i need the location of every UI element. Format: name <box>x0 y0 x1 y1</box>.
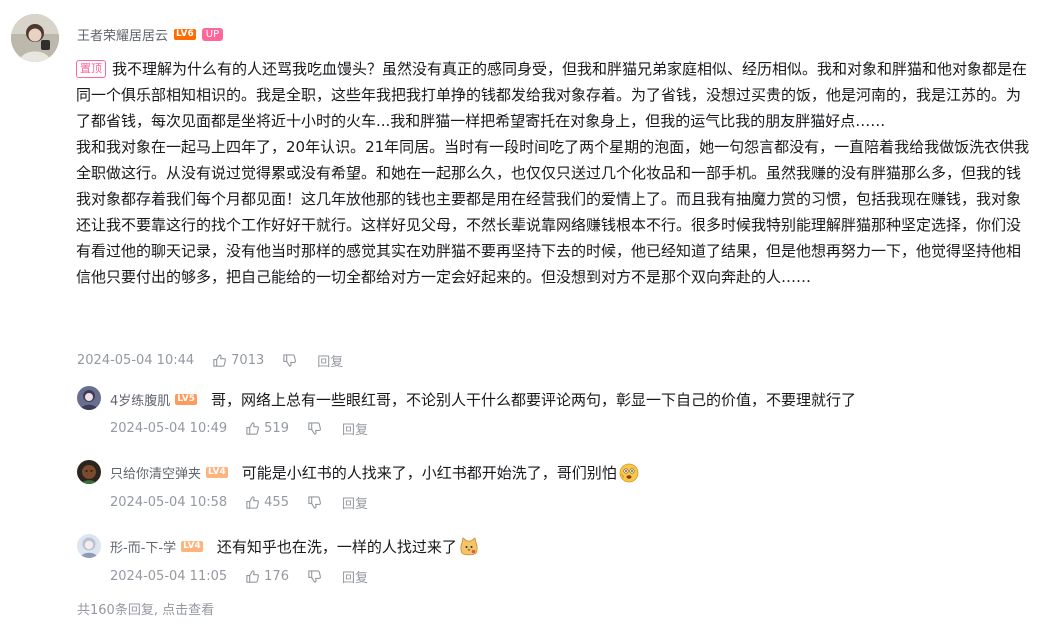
comment-meta: 2024-05-04 10:44 7013 回复 <box>77 351 343 370</box>
thumbs-down-icon <box>283 354 297 367</box>
reply-username[interactable]: 4岁练腹肌 <box>110 390 170 409</box>
like-count: 176 <box>264 569 289 584</box>
scared-face-emoji-icon <box>619 463 639 482</box>
thumbs-down-icon <box>308 422 321 435</box>
avatar[interactable] <box>11 14 59 62</box>
like-button[interactable]: 519 <box>245 421 289 436</box>
reply-timestamp: 2024-05-04 11:05 <box>110 569 228 584</box>
reply-button[interactable]: 回复 <box>342 567 368 586</box>
up-badge: UP <box>201 28 224 41</box>
thumbs-up-icon <box>246 422 260 435</box>
reply-item: 只给你清空弹夹 LV4 可能是小红书的人找来了，小红书都开始洗了，哥们别怕 <box>110 462 639 483</box>
reply-button[interactable]: 回复 <box>317 351 343 370</box>
avatar-image <box>77 386 101 410</box>
reply-username[interactable]: 只给你清空弹夹 <box>110 463 201 482</box>
avatar-image <box>77 460 101 484</box>
comment-thread: 王者荣耀居居云 LV6 UP 置顶 我不理解为什么有的人还骂我吃血馒头？虽然没有真… <box>0 0 1043 629</box>
reply-meta: 2024-05-04 10:49 519 回复 <box>110 419 368 438</box>
comment-body: 置顶 我不理解为什么有的人还骂我吃血馒头？虽然没有真正的感同身受，但我和胖猫兄弟家… <box>76 56 1034 290</box>
comment-timestamp: 2024-05-04 10:44 <box>77 353 195 368</box>
reply-item: 4岁练腹肌 LV5 哥，网络上总有一些眼红哥，不论别人干什么都要评论两句，彰显一… <box>110 389 856 410</box>
username[interactable]: 王者荣耀居居云 <box>77 25 168 44</box>
like-count: 519 <box>264 421 289 436</box>
like-button[interactable]: 7013 <box>212 353 264 368</box>
reply-item: 形-而-下-学 LV4 还有知乎也在洗，一样的人找过来了 <box>110 536 479 557</box>
level-badge: LV4 <box>206 467 228 478</box>
reply-timestamp: 2024-05-04 10:58 <box>110 495 228 510</box>
reply-username[interactable]: 形-而-下-学 <box>110 537 176 556</box>
reply-avatar[interactable] <box>77 386 101 410</box>
dislike-button[interactable] <box>307 495 322 510</box>
thumbs-down-icon <box>308 570 321 583</box>
reply-meta: 2024-05-04 11:05 176 回复 <box>110 567 368 586</box>
reply-avatar[interactable] <box>77 460 101 484</box>
pinned-badge: 置顶 <box>76 60 106 78</box>
like-button[interactable]: 455 <box>245 495 289 510</box>
reply-text: 还有知乎也在洗，一样的人找过来了 <box>216 538 457 556</box>
thumbs-up-icon <box>213 354 227 367</box>
dislike-button[interactable] <box>282 353 297 368</box>
like-button[interactable]: 176 <box>245 569 289 584</box>
reply-meta: 2024-05-04 10:58 455 回复 <box>110 493 368 512</box>
like-count: 455 <box>264 495 289 510</box>
thumbs-up-icon <box>246 496 260 509</box>
thumbs-down-icon <box>308 496 321 509</box>
view-all-replies-link[interactable]: 共160条回复, 点击查看 <box>77 599 214 618</box>
level-badge: LV6 <box>174 29 196 40</box>
comment-text: 我不理解为什么有的人还骂我吃血馒头？虽然没有真正的感同身受，但我和胖猫兄弟家庭相… <box>76 60 1028 130</box>
level-badge: LV4 <box>181 541 203 552</box>
dislike-button[interactable] <box>307 569 322 584</box>
reply-text: 哥，网络上总有一些眼红哥，不论别人干什么都要评论两句，彰显一下自己的价值，不要理… <box>211 391 857 409</box>
comment-text-paragraph-2: 我和我对象在一起马上四年了，20年认识。21年同居。当时有一段时间吃了两个星期的… <box>76 138 1030 286</box>
cat-emoji-icon <box>460 536 478 555</box>
comment-author: 王者荣耀居居云 LV6 UP <box>77 25 224 44</box>
level-badge: LV5 <box>175 394 198 405</box>
reply-timestamp: 2024-05-04 10:49 <box>110 421 228 436</box>
like-count: 7013 <box>231 353 265 368</box>
reply-avatar[interactable] <box>77 534 101 558</box>
reply-button[interactable]: 回复 <box>342 493 368 512</box>
avatar-image <box>77 534 101 558</box>
reply-button[interactable]: 回复 <box>342 419 368 438</box>
user-avatar-image <box>11 14 59 62</box>
reply-text: 可能是小红书的人找来了，小红书都开始洗了，哥们别怕 <box>241 464 617 482</box>
dislike-button[interactable] <box>307 421 322 436</box>
reply-text-container: 还有知乎也在洗，一样的人找过来了 <box>217 536 479 557</box>
thumbs-up-icon <box>246 570 260 583</box>
reply-text-container: 可能是小红书的人找来了，小红书都开始洗了，哥们别怕 <box>242 462 639 483</box>
